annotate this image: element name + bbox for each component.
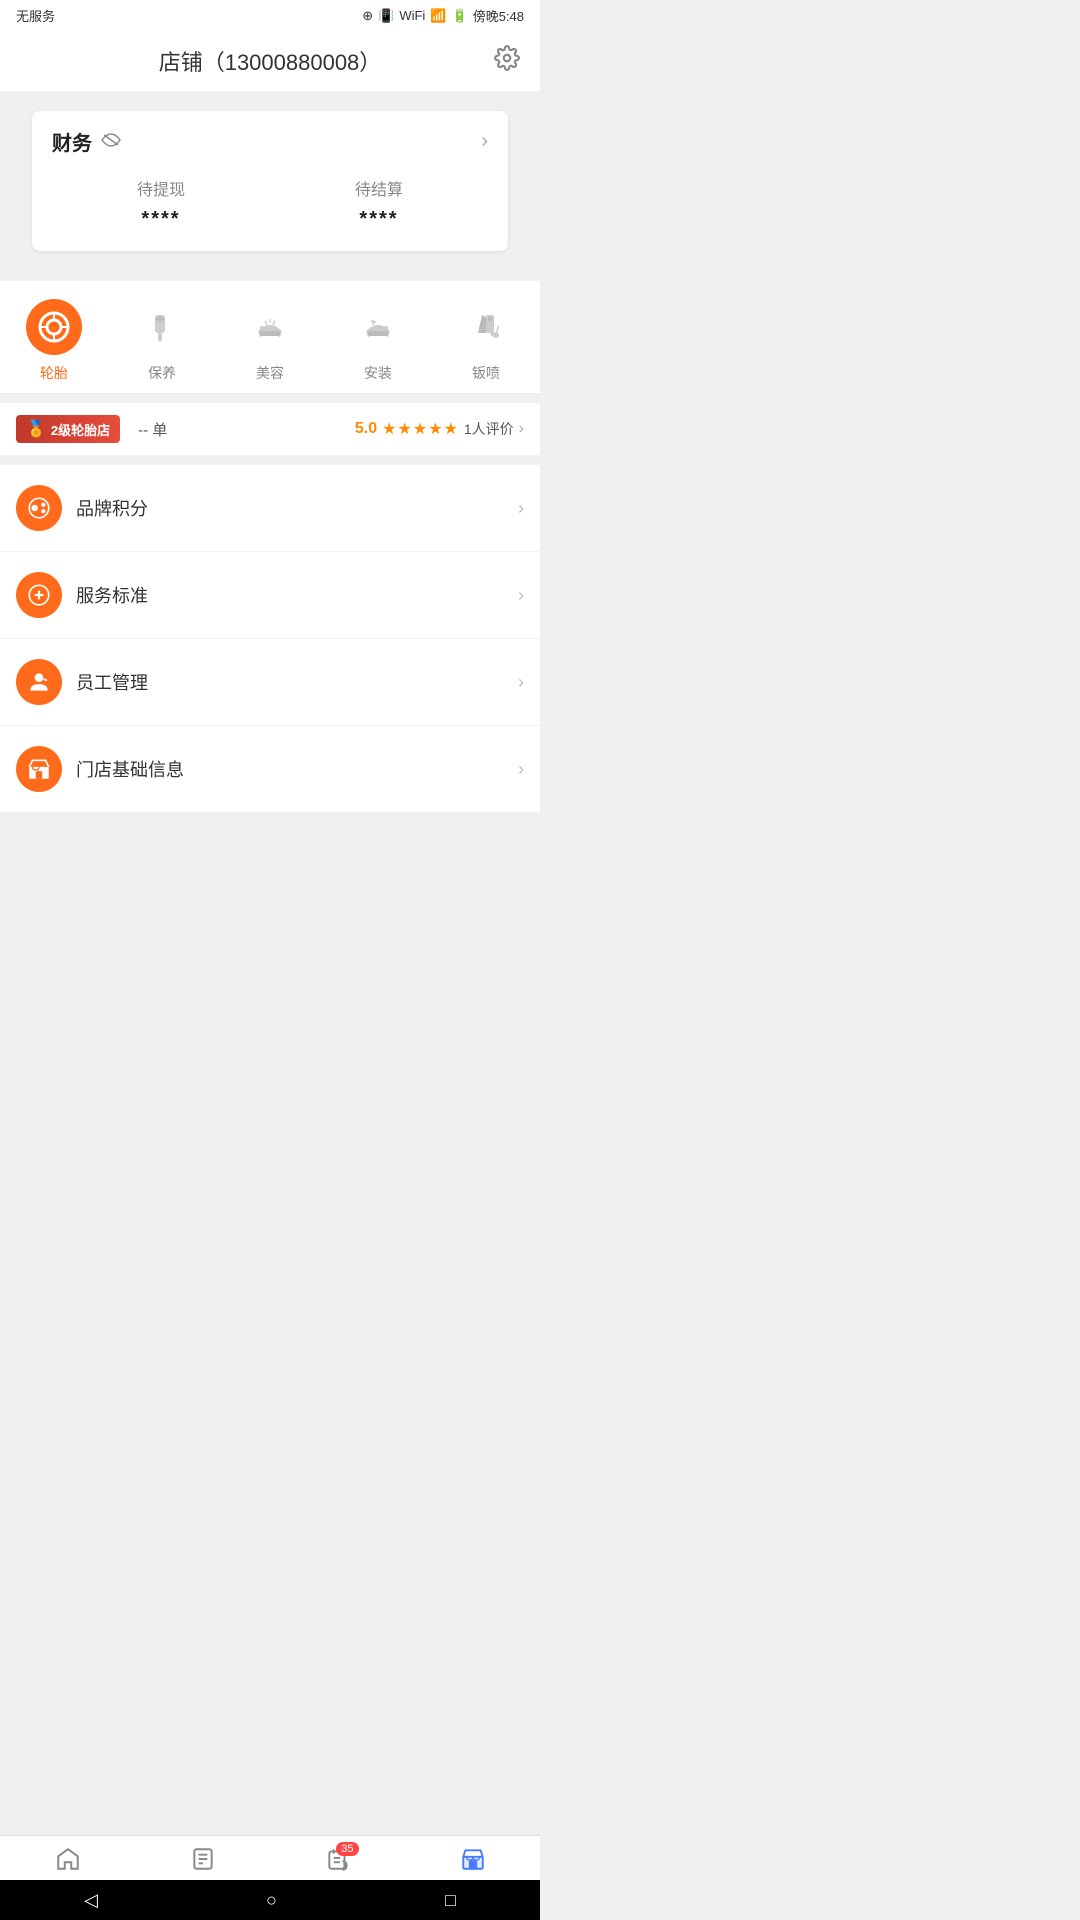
- brand-points-icon: [16, 485, 62, 531]
- beauty-icon-wrap: [242, 299, 298, 355]
- orders-icon: [190, 1846, 216, 1879]
- paint-label: 钣喷: [472, 363, 500, 383]
- battery-icon: 🔋: [452, 8, 468, 24]
- service-standard-arrow: ›: [518, 585, 524, 606]
- android-home[interactable]: ○: [266, 1890, 277, 1911]
- menu-section: 品牌积分 › 服务标准 › 员工管理 ›: [0, 465, 540, 812]
- service-standard-icon: [16, 572, 62, 618]
- tire-label: 轮胎: [40, 363, 68, 383]
- finance-arrow[interactable]: ›: [481, 130, 488, 153]
- shop-info-label: 门店基础信息: [76, 756, 518, 782]
- pending-withdrawal-value: ****: [141, 208, 180, 231]
- tasks-badge: 35: [336, 1842, 358, 1856]
- shop-rating[interactable]: 5.0 ★★★★★ 1人评价 ›: [355, 419, 524, 439]
- vibrate-icon: 📳: [378, 8, 394, 24]
- maintenance-label: 保养: [148, 363, 176, 383]
- employee-mgmt-label: 员工管理: [76, 669, 518, 695]
- sim-icon: 📶: [430, 8, 446, 24]
- menu-item-shop-info[interactable]: 门店基础信息 ›: [0, 726, 540, 812]
- shop-level-badge: 🏅 2级轮胎店: [16, 415, 120, 443]
- menu-item-service-standard[interactable]: 服务标准 ›: [0, 552, 540, 639]
- service-item-beauty[interactable]: 美容: [242, 299, 298, 383]
- rating-arrow: ›: [519, 420, 524, 438]
- shop-orders-text: -- 单: [138, 419, 167, 440]
- pending-settlement-label: 待结算: [355, 176, 403, 200]
- service-standard-label: 服务标准: [76, 582, 518, 608]
- employee-mgmt-icon: [16, 659, 62, 705]
- maintenance-icon-wrap: [134, 299, 190, 355]
- service-section: 轮胎 保养: [0, 281, 540, 393]
- beauty-label: 美容: [256, 363, 284, 383]
- medal-icon: 🏅: [26, 419, 46, 439]
- shop-level-text: 2级轮胎店: [51, 420, 110, 439]
- status-bar: 无服务 ⊕ 📳 WiFi 📶 🔋 傍晚5:48: [0, 0, 540, 31]
- page-title: 店铺（13000880008）: [159, 45, 382, 77]
- pending-settlement-value: ****: [359, 208, 398, 231]
- finance-card: 财务 › 待提现 **** 待结算 ****: [32, 111, 508, 251]
- eye-icon[interactable]: [100, 131, 122, 152]
- paint-icon-wrap: [458, 299, 514, 355]
- android-recent[interactable]: □: [445, 1890, 456, 1911]
- rating-count: 1人评价: [464, 419, 514, 439]
- employee-mgmt-arrow: ›: [518, 672, 524, 693]
- install-icon-wrap: [350, 299, 406, 355]
- service-item-install[interactable]: 安装: [350, 299, 406, 383]
- shop-info-icon: [16, 746, 62, 792]
- shop-info-arrow: ›: [518, 759, 524, 780]
- status-left: 无服务: [16, 6, 55, 25]
- rating-stars: ★★★★★: [382, 419, 459, 439]
- bluetooth-icon: ⊕: [362, 8, 373, 24]
- menu-item-employee-mgmt[interactable]: 员工管理 ›: [0, 639, 540, 726]
- menu-item-brand-points[interactable]: 品牌积分 ›: [0, 465, 540, 552]
- shop-info-bar: 🏅 2级轮胎店 -- 单 5.0 ★★★★★ 1人评价 ›: [0, 403, 540, 455]
- status-time: 傍晚5:48: [473, 6, 524, 25]
- header: 店铺（13000880008）: [0, 31, 540, 91]
- pending-withdrawal: 待提现 ****: [137, 176, 185, 231]
- android-nav: ◁ ○ □: [0, 1880, 540, 1920]
- install-label: 安装: [364, 363, 392, 383]
- android-back[interactable]: ◁: [84, 1890, 98, 1911]
- home-icon: [55, 1846, 81, 1879]
- pending-settlement: 待结算 ****: [355, 176, 403, 231]
- pending-withdrawal-label: 待提现: [137, 176, 185, 200]
- settings-icon[interactable]: [494, 45, 520, 78]
- tire-icon-wrap: [26, 299, 82, 355]
- brand-points-label: 品牌积分: [76, 495, 518, 521]
- store-icon: [460, 1846, 486, 1879]
- finance-title: 财务: [52, 127, 92, 156]
- service-item-paint[interactable]: 钣喷: [458, 299, 514, 383]
- service-item-maintenance[interactable]: 保养: [134, 299, 190, 383]
- service-item-tire[interactable]: 轮胎: [26, 299, 82, 383]
- tasks-icon: 35: [325, 1846, 351, 1879]
- wifi-icon: WiFi: [399, 8, 425, 23]
- brand-points-arrow: ›: [518, 498, 524, 519]
- rating-score: 5.0: [355, 420, 377, 438]
